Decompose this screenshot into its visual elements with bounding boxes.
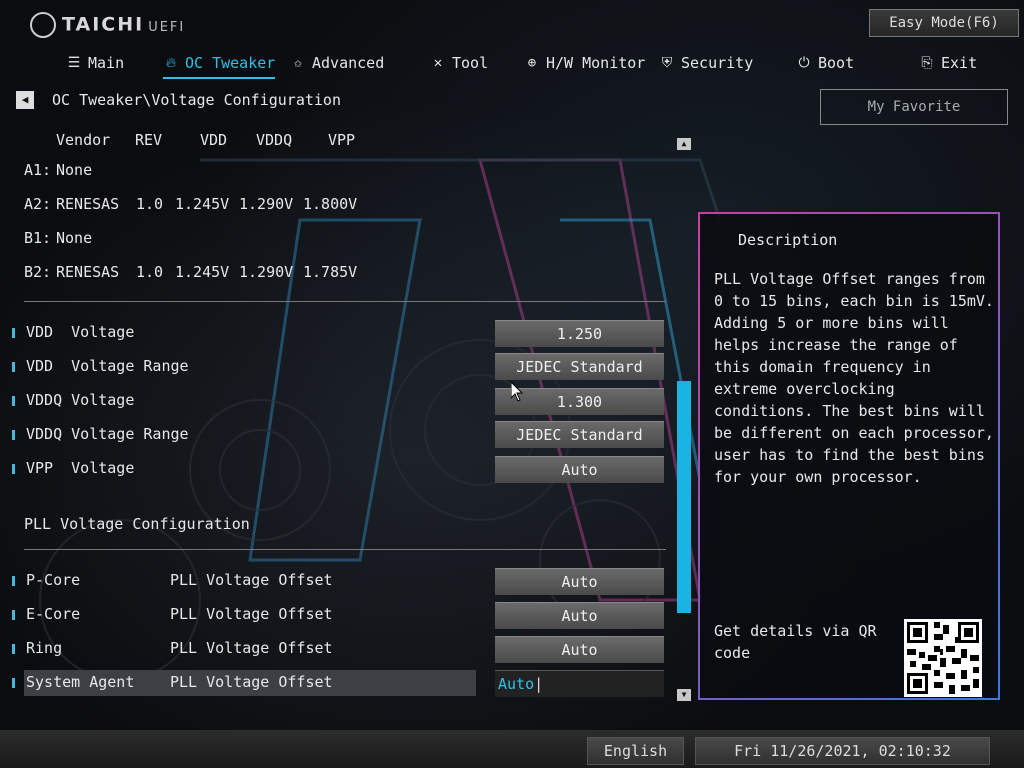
star-icon: ✩	[293, 55, 303, 71]
shield-icon: ⛨	[661, 55, 673, 71]
scrollbar-thumb[interactable]	[677, 381, 691, 613]
item-marker	[12, 644, 15, 654]
pll-domain-ring[interactable]: Ring	[26, 639, 62, 657]
arrow-down-icon: ▼	[681, 690, 687, 699]
taichi-gear-icon	[30, 12, 56, 38]
vdd-voltage-field[interactable]: 1.250	[495, 320, 664, 347]
monitor-icon: ⊕	[527, 55, 537, 71]
tab-boot[interactable]: ⏻ Boot	[796, 52, 854, 74]
dimm-slot-label: A2:	[24, 195, 52, 213]
mouse-cursor-icon	[511, 382, 523, 402]
dimm-vendor: None	[56, 229, 93, 247]
dimm-vddq: 1.290V	[239, 263, 294, 281]
pll-offset-label[interactable]: PLL Voltage Offset	[170, 571, 333, 589]
dimm-slot-label: B2:	[24, 263, 52, 281]
divider	[24, 549, 666, 550]
pll-domain-e-core[interactable]: E-Core	[26, 605, 80, 623]
dimm-vdd: 1.245V	[175, 195, 230, 213]
item-marker	[12, 362, 15, 372]
my-favorite-button[interactable]: My Favorite	[820, 89, 1008, 125]
item-marker	[12, 430, 15, 440]
column-header-vddq: VDDQ	[256, 131, 293, 149]
pll-domain-system-agent[interactable]: System Agent	[26, 673, 134, 691]
datetime-display[interactable]: Fri 11/26/2021, 02:10:32	[695, 737, 990, 765]
ring-pll-offset-field[interactable]: Auto	[495, 636, 664, 663]
setting-label-vddq-voltage[interactable]: VDDQ Voltage	[26, 391, 134, 409]
dimm-vdd: 1.245V	[175, 263, 230, 281]
list-icon: ☰	[67, 55, 81, 71]
dimm-rev: 1.0	[136, 263, 164, 281]
column-header-vendor: Vendor	[56, 131, 111, 149]
easy-mode-button[interactable]: Easy Mode(F6)	[869, 9, 1019, 37]
description-text: PLL Voltage Offset ranges from 0 to 15 b…	[714, 270, 994, 486]
dimm-rev: 1.0	[136, 195, 164, 213]
back-button[interactable]: ◀	[16, 91, 34, 109]
item-marker	[12, 576, 15, 586]
item-marker	[12, 464, 15, 474]
arrow-up-icon: ▲	[681, 139, 687, 148]
wrench-icon: ✕	[433, 55, 443, 71]
scroll-up-button[interactable]: ▲	[677, 138, 691, 150]
section-title-pll: PLL Voltage Configuration	[24, 515, 250, 533]
qr-code-icon[interactable]	[904, 619, 982, 697]
setting-label-vpp-voltage[interactable]: VPP Voltage	[26, 459, 134, 477]
setting-label-vdd-voltage[interactable]: VDD Voltage	[26, 323, 134, 341]
pll-offset-label[interactable]: PLL Voltage Offset	[170, 639, 333, 657]
tab-security[interactable]: ⛨ Security	[659, 52, 754, 74]
vdd-voltage-range-select[interactable]: JEDEC Standard	[495, 353, 664, 380]
system-agent-pll-offset-input[interactable]: Auto|	[495, 670, 664, 697]
tab-tool[interactable]: ✕ Tool	[430, 52, 488, 74]
flame-icon: 🔥︎	[165, 55, 177, 71]
dimm-vendor: None	[56, 161, 93, 179]
language-button[interactable]: English	[587, 737, 684, 765]
pll-domain-p-core[interactable]: P-Core	[26, 571, 80, 589]
qr-label: Get details via QR code	[714, 622, 877, 662]
dimm-slot-label: B1:	[24, 229, 52, 247]
item-marker	[12, 610, 15, 620]
tab-hw-monitor[interactable]: ⊕ H/W Monitor	[524, 52, 646, 74]
dimm-vpp: 1.800V	[303, 195, 358, 213]
vddq-voltage-range-select[interactable]: JEDEC Standard	[495, 421, 664, 448]
dimm-slot-label: A1:	[24, 161, 52, 179]
back-arrow-icon: ◀	[21, 93, 29, 106]
dimm-vendor: RENESAS	[56, 263, 120, 281]
pll-offset-label[interactable]: PLL Voltage Offset	[170, 673, 333, 691]
dimm-vpp: 1.785V	[303, 263, 358, 281]
dimm-vendor: RENESAS	[56, 195, 120, 213]
exit-icon: ⎘	[921, 55, 933, 71]
scroll-down-button[interactable]: ▼	[677, 689, 691, 701]
vpp-voltage-field[interactable]: Auto	[495, 456, 664, 483]
description-title: Description	[738, 231, 838, 249]
tab-advanced[interactable]: ✩ Advanced	[290, 52, 384, 74]
column-header-vdd: VDD	[200, 131, 228, 149]
pll-offset-label[interactable]: PLL Voltage Offset	[170, 605, 333, 623]
setting-label-vddq-voltage-range[interactable]: VDDQ Voltage Range	[26, 425, 189, 443]
setting-label-vdd-voltage-range[interactable]: VDD Voltage Range	[26, 357, 189, 375]
tab-exit[interactable]: ⎘ Exit	[919, 52, 977, 74]
item-marker	[12, 328, 15, 338]
item-marker	[12, 396, 15, 406]
e-core-pll-offset-field[interactable]: Auto	[495, 602, 664, 629]
p-core-pll-offset-field[interactable]: Auto	[495, 568, 664, 595]
column-header-rev: REV	[135, 131, 163, 149]
dimm-vddq: 1.290V	[239, 195, 294, 213]
tab-main[interactable]: ☰ Main	[66, 52, 124, 74]
item-marker	[12, 678, 15, 688]
breadcrumb: OC Tweaker\Voltage Configuration	[52, 91, 341, 109]
tab-oc-tweaker[interactable]: 🔥︎ OC Tweaker	[163, 52, 276, 79]
brand-logo: TAICHI UEFI	[30, 12, 185, 38]
column-header-vpp: VPP	[328, 131, 356, 149]
divider	[24, 301, 666, 302]
power-icon: ⏻	[798, 55, 810, 71]
